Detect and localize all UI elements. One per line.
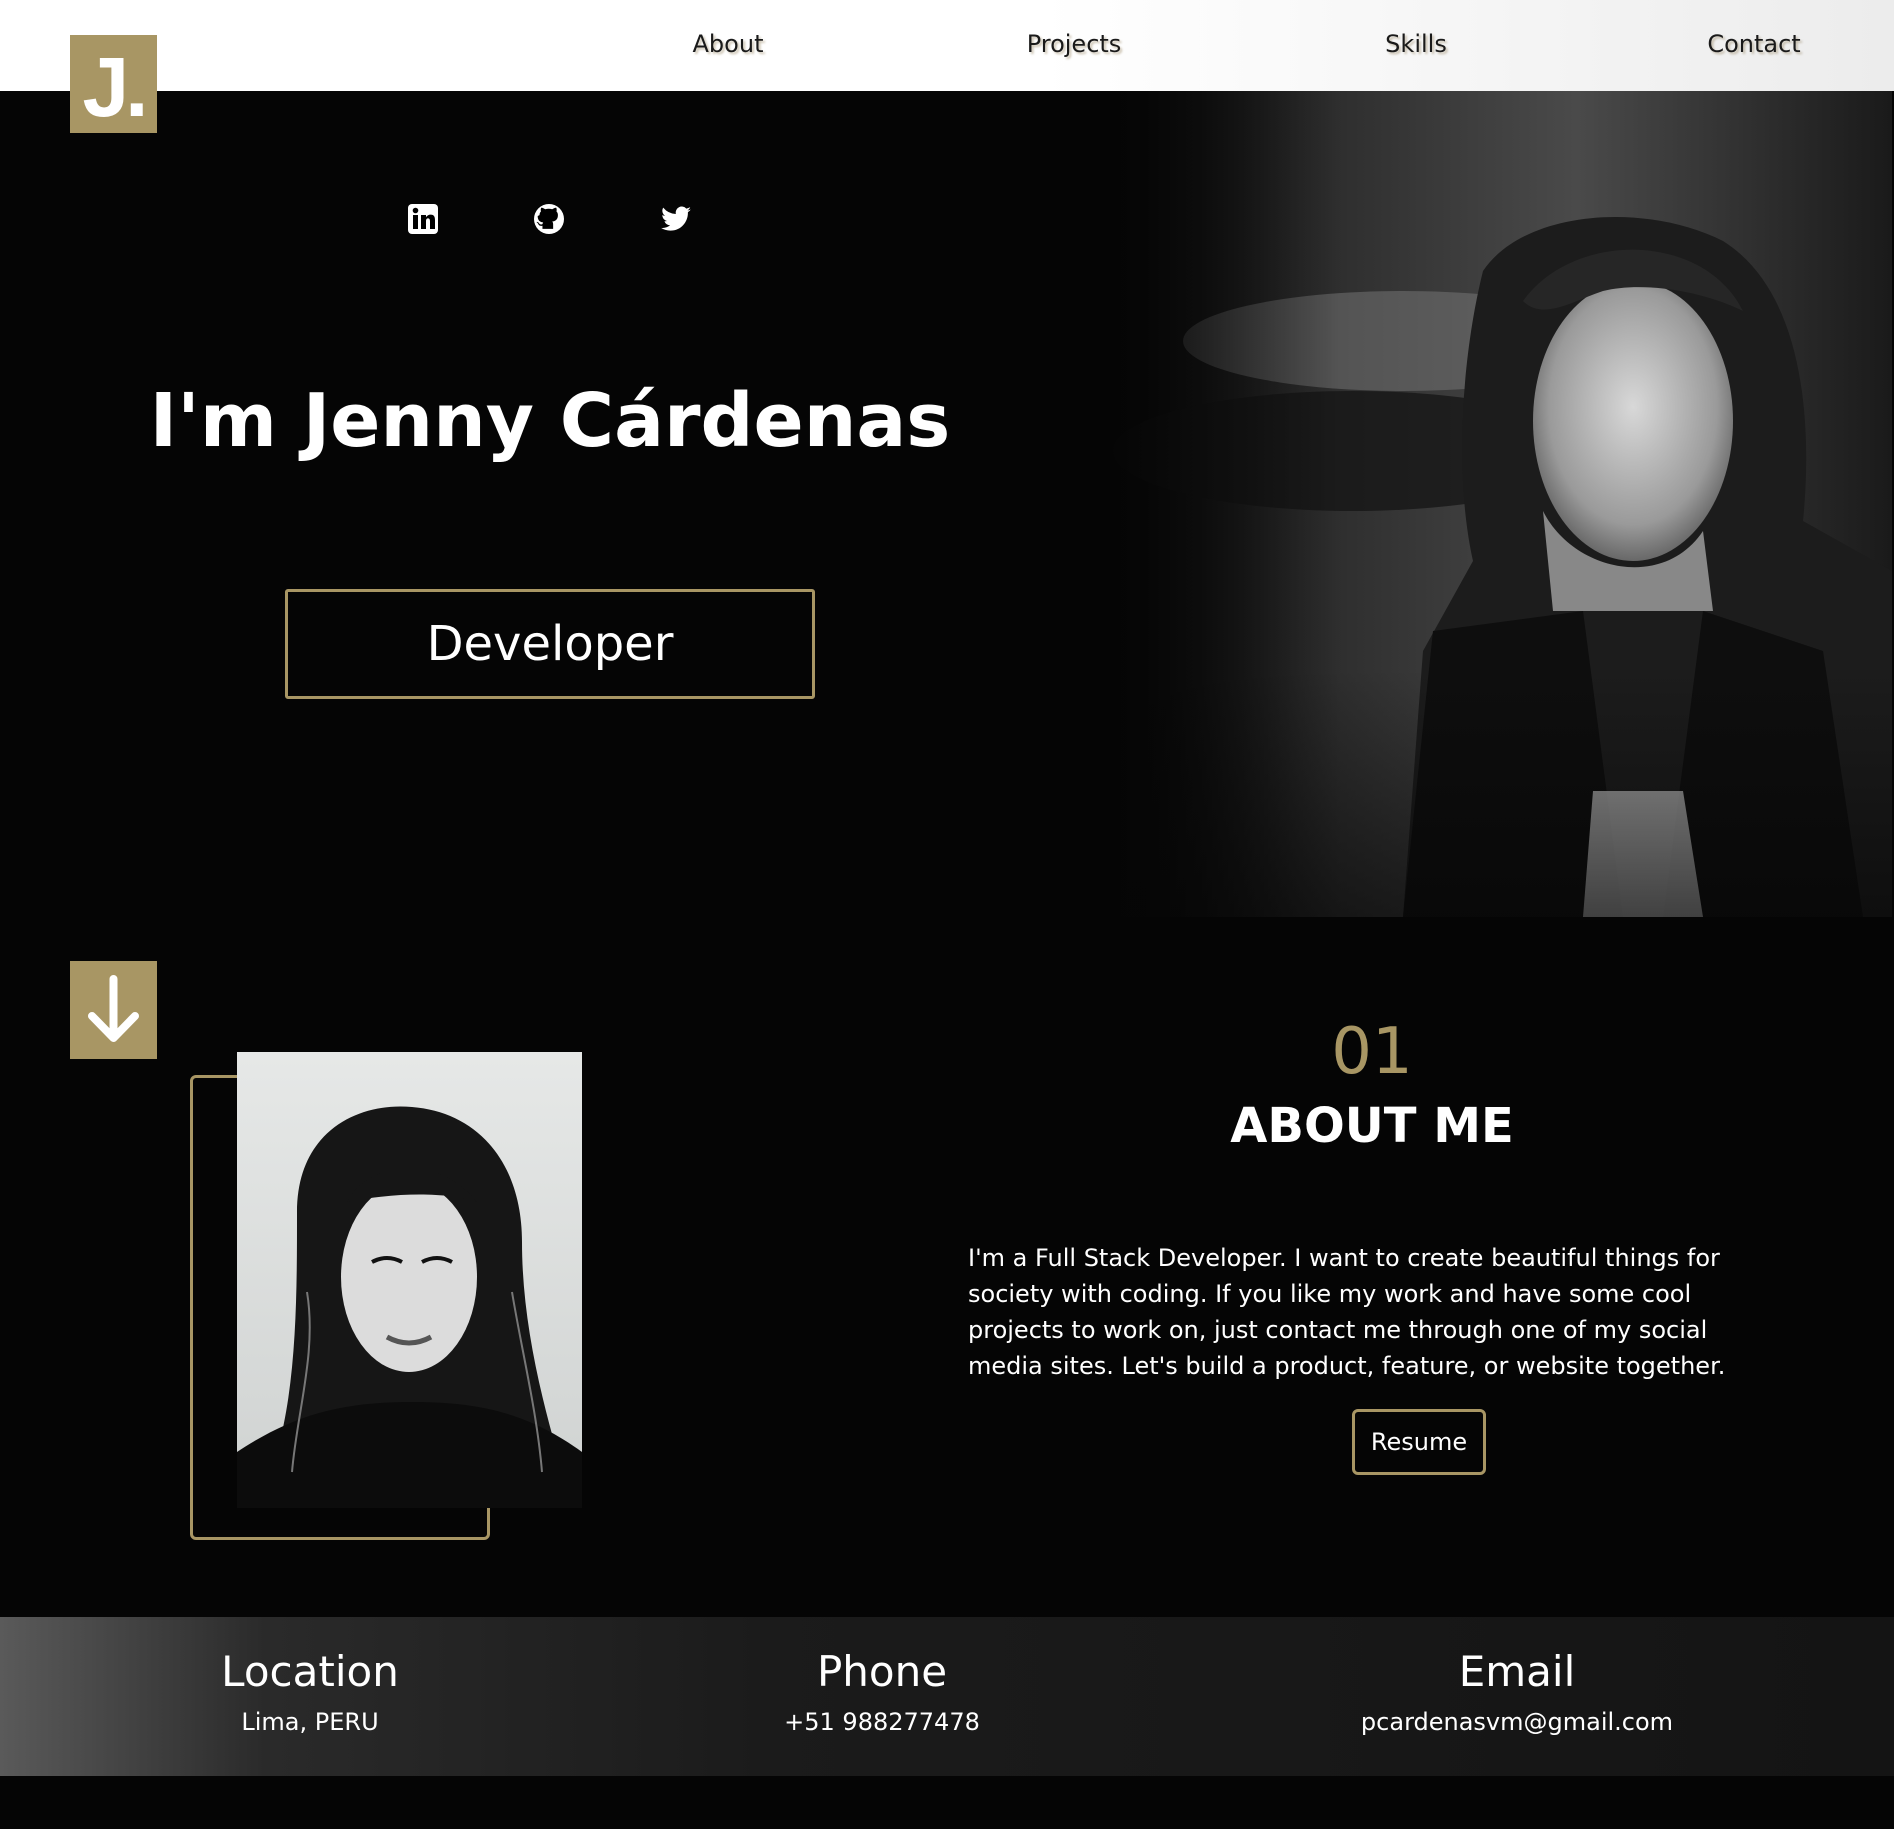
about-paragraph: I'm a Full Stack Developer. I want to cr… xyxy=(968,1244,1726,1380)
about-portrait xyxy=(237,1052,582,1508)
nav-link-contact[interactable]: Contact xyxy=(1707,30,1800,58)
location-info: Location Lima, PERU xyxy=(221,1647,399,1736)
location-label: Location xyxy=(221,1647,399,1696)
hero-photo xyxy=(1103,91,1892,917)
nav-link-about[interactable]: About xyxy=(693,30,764,58)
twitter-icon[interactable] xyxy=(658,201,694,237)
hero-name: I'm Jenny Cárdenas xyxy=(149,378,951,464)
nav-link-projects[interactable]: Projects xyxy=(1027,30,1122,58)
logo-text: J. xyxy=(82,40,148,134)
phone-info: Phone +51 988277478 xyxy=(784,1647,980,1736)
email-value[interactable]: pcardenasvm@gmail.com xyxy=(1361,1708,1673,1736)
role-badge: Developer xyxy=(285,589,815,699)
role-label: Developer xyxy=(426,616,674,672)
logo[interactable]: J. xyxy=(70,35,157,134)
email-label: Email xyxy=(1458,1647,1576,1696)
arrow-down-icon xyxy=(88,975,139,1042)
phone-label: Phone xyxy=(816,1647,948,1696)
section-title: ABOUT ME xyxy=(1230,1098,1514,1154)
contact-info-bar: Location Lima, PERU Phone +51 988277478 … xyxy=(0,1617,1894,1776)
top-navbar: About Projects Skills Contact xyxy=(0,0,1894,91)
scroll-down-button[interactable] xyxy=(70,961,157,1059)
section-number: 01 xyxy=(1331,1015,1413,1089)
resume-button[interactable]: Resume xyxy=(1352,1409,1486,1475)
email-info: Email pcardenasvm@gmail.com xyxy=(1361,1647,1673,1736)
github-icon[interactable] xyxy=(531,201,567,237)
linkedin-icon[interactable] xyxy=(405,201,441,237)
nav-link-skills[interactable]: Skills xyxy=(1385,30,1447,58)
location-value: Lima, PERU xyxy=(241,1708,379,1736)
phone-value: +51 988277478 xyxy=(784,1708,980,1736)
